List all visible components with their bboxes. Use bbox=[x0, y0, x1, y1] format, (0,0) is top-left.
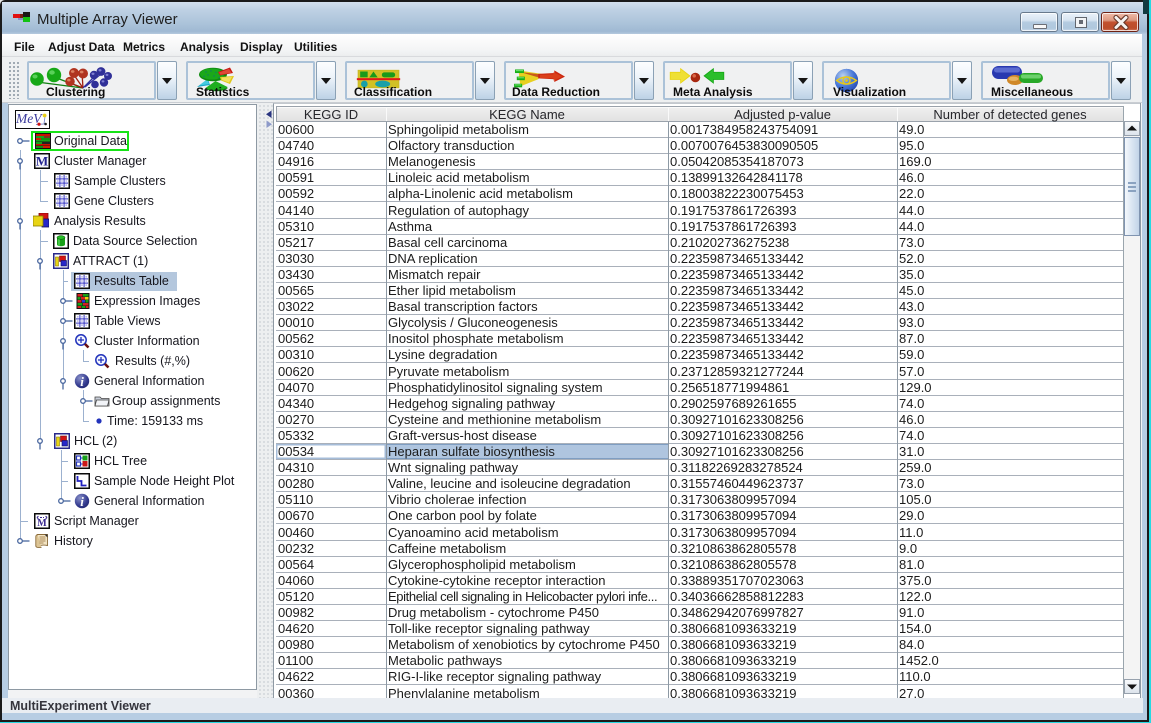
svg-text:i: i bbox=[80, 494, 84, 509]
svg-text:M: M bbox=[37, 518, 47, 529]
svg-text:M: M bbox=[36, 154, 48, 169]
svg-text:i: i bbox=[80, 374, 84, 389]
